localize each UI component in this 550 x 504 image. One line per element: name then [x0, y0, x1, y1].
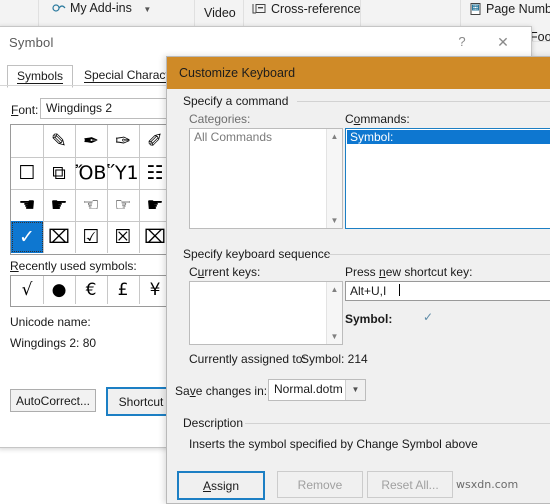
- currently-assigned-value: Symbol: 214: [301, 352, 368, 366]
- customize-keyboard-dialog: Customize Keyboard Specify a command Cat…: [166, 56, 550, 504]
- recent-symbol-cell[interactable]: √: [11, 276, 44, 304]
- chevron-down-icon[interactable]: ▼: [143, 5, 151, 14]
- scroll-down-icon[interactable]: ▼: [327, 329, 342, 344]
- watermark: wsxdn.com: [456, 478, 519, 491]
- reset-all-button[interactable]: Reset All...: [367, 471, 453, 498]
- tab-symbols-label: Symbols: [17, 69, 64, 84]
- autocorrect-button[interactable]: AutoCorrect...: [10, 389, 96, 412]
- symbol-cell[interactable]: ☚: [11, 189, 44, 222]
- commands-listbox[interactable]: Symbol:: [345, 128, 550, 229]
- ribbon-item-video[interactable]: Video: [204, 6, 236, 20]
- ribbon-item-my-add-ins[interactable]: My Add-ins ▼: [46, 1, 151, 15]
- symbol-cell[interactable]: ⌧: [43, 221, 76, 253]
- remove-button[interactable]: Remove: [277, 471, 363, 498]
- symbol-cell[interactable]: ὌB: [75, 157, 108, 190]
- symbol-cell[interactable]: ✎: [43, 125, 76, 158]
- recent-symbols-label: Recently used symbols:: [10, 259, 137, 273]
- symbol-cell[interactable]: ☑: [75, 221, 108, 253]
- commands-label: Commands:: [345, 112, 410, 126]
- commands-list-item-selected[interactable]: Symbol:: [347, 130, 550, 144]
- press-new-shortcut-label: Press new shortcut key:: [345, 265, 473, 279]
- text-caret: [399, 284, 400, 296]
- current-keys-listbox[interactable]: ▲ ▼: [189, 281, 343, 345]
- ribbon-item-label: Foo: [530, 30, 550, 44]
- chevron-down-icon[interactable]: ▼: [345, 380, 365, 400]
- symbol-cell[interactable]: ⧉: [43, 157, 76, 190]
- symbol-dialog-titlebar: Symbol ? ✕: [0, 27, 531, 57]
- symbol-cell[interactable]: ✑: [107, 125, 140, 158]
- assign-button-label: Assign: [202, 478, 240, 493]
- assign-button[interactable]: Assign: [177, 471, 265, 500]
- ribbon-item-label: Video: [204, 6, 236, 20]
- recent-symbol-cell[interactable]: £: [107, 276, 140, 304]
- description-group-label: Description: [183, 416, 250, 430]
- categories-label: Categories:: [189, 112, 251, 126]
- save-changes-combobox[interactable]: Normal.dotm ▼: [268, 379, 366, 401]
- cross-reference-icon: [252, 4, 266, 14]
- scroll-down-icon[interactable]: ▼: [327, 213, 342, 228]
- currently-assigned-label: Currently assigned to:: [189, 352, 306, 366]
- recent-symbols-grid[interactable]: √ ● € £ ¥: [10, 275, 173, 307]
- symbol-cell[interactable]: [11, 125, 44, 158]
- symbol-cell[interactable]: ✒: [75, 125, 108, 158]
- current-keys-scrollbar[interactable]: ▲ ▼: [326, 282, 342, 344]
- help-icon[interactable]: ?: [451, 33, 473, 51]
- symbol-cell[interactable]: Ὕ1: [107, 157, 140, 190]
- page-number-icon: [470, 3, 481, 15]
- group-divider: [297, 101, 550, 102]
- recent-symbol-cell[interactable]: €: [75, 276, 108, 304]
- font-combobox[interactable]: Wingdings 2: [40, 98, 180, 119]
- description-text: Inserts the symbol specified by Change S…: [189, 437, 478, 451]
- categories-scrollbar[interactable]: ▲ ▼: [326, 129, 342, 228]
- ribbon-item-label: Page Numb: [486, 2, 550, 16]
- close-icon[interactable]: ✕: [491, 32, 515, 52]
- symbol-cell-selected[interactable]: ✓: [11, 221, 44, 253]
- symbol-result-check-icon: ✓: [423, 310, 434, 324]
- ribbon-item-cross-reference[interactable]: Cross-reference: [252, 2, 361, 16]
- reset-all-button-label: Reset All...: [381, 477, 439, 492]
- symbol-cell[interactable]: ☐: [11, 157, 44, 190]
- autocorrect-button-label: AutoCorrect...: [15, 393, 91, 408]
- press-new-shortcut-value: Alt+U,I: [350, 284, 387, 298]
- unicode-name-value: Wingdings 2: 80: [10, 336, 97, 350]
- save-changes-value: Normal.dotm: [274, 382, 343, 396]
- remove-button-label: Remove: [297, 477, 343, 492]
- symbol-cell[interactable]: ☜: [75, 189, 108, 222]
- save-changes-label: Save changes in:: [175, 384, 268, 398]
- group-divider: [245, 423, 550, 424]
- ribbon-item-label: My Add-ins: [70, 1, 132, 15]
- symbol-cell[interactable]: ☛: [43, 189, 76, 222]
- scroll-up-icon[interactable]: ▲: [327, 282, 342, 297]
- categories-listbox[interactable]: All Commands ▲ ▼: [189, 128, 343, 229]
- ribbon-item-label: Cross-reference: [271, 2, 361, 16]
- font-value: Wingdings 2: [46, 101, 113, 115]
- specify-sequence-group-label: Specify keyboard sequence: [183, 247, 337, 261]
- customize-keyboard-title: Customize Keyboard: [179, 66, 296, 80]
- addins-icon: [52, 4, 66, 12]
- unicode-name-label: Unicode name:: [10, 315, 91, 329]
- ribbon-item-page-number[interactable]: Page Numb: [470, 2, 550, 16]
- press-new-shortcut-input[interactable]: Alt+U,I: [345, 281, 550, 301]
- symbol-dialog-title: Symbol: [9, 35, 54, 50]
- customize-keyboard-titlebar: Customize Keyboard: [167, 57, 550, 89]
- categories-list-item[interactable]: All Commands: [191, 130, 326, 144]
- current-keys-label: Current keys:: [189, 265, 261, 279]
- recent-symbol-cell[interactable]: ●: [43, 276, 76, 304]
- specify-command-group-label: Specify a command: [183, 94, 295, 108]
- symbol-cell[interactable]: ☞: [107, 189, 140, 222]
- shortcut-key-button-label: Shortcut: [118, 394, 164, 409]
- font-label: Font:: [11, 103, 39, 117]
- symbol-grid[interactable]: ✎ ✒ ✑ ✐ ☐ ⧉ ὌB Ὕ1 ☷ ☚ ☛ ☜ ☞ ☛ ✓ ⌧ ☑ ☒ ⌧: [10, 124, 173, 255]
- ribbon-item-footer[interactable]: Foo: [530, 30, 550, 44]
- symbol-result-label: Symbol:: [345, 312, 393, 326]
- group-divider: [327, 254, 550, 255]
- scroll-up-icon[interactable]: ▲: [327, 129, 342, 144]
- symbol-cell[interactable]: ☒: [107, 221, 140, 253]
